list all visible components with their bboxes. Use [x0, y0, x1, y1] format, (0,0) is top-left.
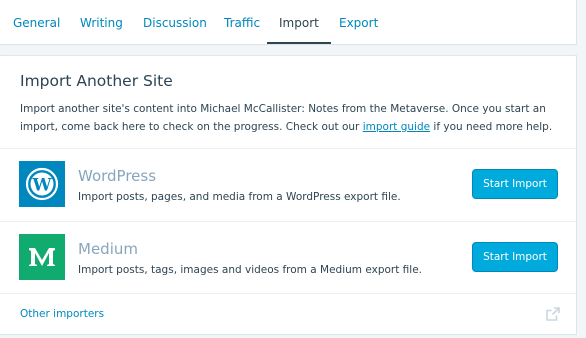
importer-name: WordPress	[78, 167, 157, 185]
start-import-medium-button[interactable]: Start Import	[472, 242, 558, 272]
importer-description: Import posts, pages, and media from a Wo…	[78, 191, 401, 203]
svg-text:W: W	[31, 176, 52, 196]
medium-logo-icon	[19, 234, 65, 280]
importer-name: Medium	[78, 240, 138, 258]
importer-wordpress: W WordPress Import posts, pages, and med…	[0, 149, 576, 221]
tab-discussion[interactable]: Discussion	[143, 0, 207, 44]
importer-description: Import posts, tags, images and videos fr…	[78, 264, 423, 276]
card-description: Import another site's content into Micha…	[20, 100, 560, 136]
divider	[0, 293, 576, 294]
tab-export[interactable]: Export	[339, 0, 378, 44]
card-description-line2-start: import, come back here to check on the p…	[20, 121, 363, 133]
other-importers-link[interactable]: Other importers	[20, 308, 104, 320]
tab-traffic[interactable]: Traffic	[224, 0, 260, 44]
card-header: Import Another Site Import another site'…	[20, 71, 560, 136]
tab-writing[interactable]: Writing	[80, 0, 123, 44]
tab-import[interactable]: Import	[267, 0, 331, 44]
tab-general[interactable]: General	[13, 0, 60, 44]
card-description-line2-end: if you need more help.	[430, 121, 553, 133]
card-description-line1: Import another site's content into Micha…	[20, 103, 546, 115]
external-link-icon[interactable]	[545, 306, 561, 322]
start-import-wordpress-button[interactable]: Start Import	[472, 169, 558, 199]
wordpress-logo-icon: W	[19, 161, 65, 207]
import-card: Import Another Site Import another site'…	[0, 56, 576, 334]
import-guide-link[interactable]: import guide	[363, 121, 430, 133]
card-title: Import Another Site	[20, 72, 173, 90]
section-nav-tabs: General Writing Discussion Traffic Impor…	[0, 0, 576, 44]
importer-medium: Medium Import posts, tags, images and vi…	[0, 222, 576, 294]
